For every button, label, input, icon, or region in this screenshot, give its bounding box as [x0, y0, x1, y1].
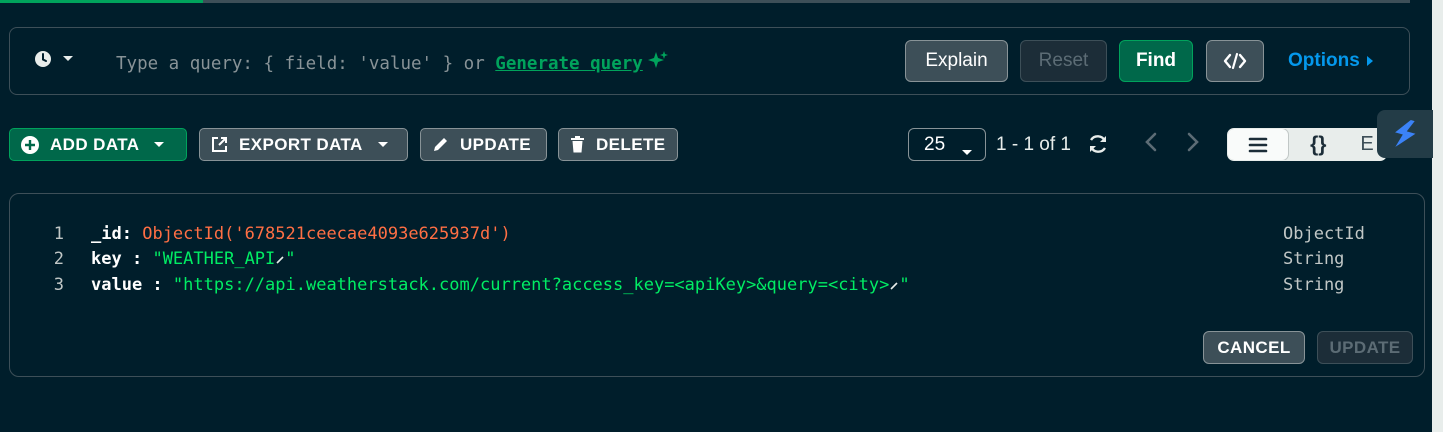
- sparkle-icon: [647, 50, 669, 77]
- next-page-button[interactable]: [1185, 130, 1201, 159]
- clock-icon: [35, 51, 51, 67]
- list-icon: [1248, 137, 1268, 152]
- chevron-down-icon: [377, 141, 388, 147]
- page-size-select[interactable]: 25: [908, 128, 986, 161]
- trash-icon: [571, 136, 584, 153]
- chevron-right-icon: [1187, 132, 1199, 152]
- document-card: 1 _id: ObjectId('678521ceecae4093e625937…: [9, 193, 1425, 377]
- field-value[interactable]: ObjectId('678521ceecae4093e625937d'): [142, 224, 510, 244]
- plus-circle-icon: [21, 135, 39, 154]
- explain-button[interactable]: Explain: [905, 40, 1008, 82]
- line-number: 2: [53, 249, 64, 269]
- page-size-value: 25: [924, 133, 946, 155]
- active-tab-indicator: [0, 0, 203, 3]
- tab-underline: [0, 0, 1410, 3]
- document-field-row[interactable]: 3 value : "https://api.weatherstack.com/…: [10, 275, 1424, 299]
- update-button[interactable]: UPDATE: [420, 128, 547, 161]
- field-type[interactable]: String: [1283, 275, 1344, 295]
- field-type[interactable]: ObjectId: [1283, 224, 1365, 244]
- options-toggle[interactable]: Options: [1288, 50, 1374, 72]
- query-history-button[interactable]: [34, 50, 74, 68]
- extension-icon[interactable]: [1377, 110, 1433, 158]
- options-label: Options: [1288, 50, 1360, 71]
- find-button[interactable]: Find: [1119, 40, 1193, 82]
- query-placeholder: Type a query: { field: 'value' } or: [116, 54, 496, 74]
- field-value-end: ": [899, 275, 910, 295]
- export-data-label: EXPORT DATA: [239, 134, 363, 154]
- field-type[interactable]: String: [1283, 249, 1344, 269]
- text-cursor-icon: [889, 275, 899, 295]
- line-number: 1: [53, 224, 64, 244]
- add-data-label: ADD DATA: [50, 134, 140, 154]
- query-bar: Type a query: { field: 'value' } or Gene…: [9, 27, 1410, 95]
- refresh-button[interactable]: [1086, 132, 1110, 161]
- delete-label: DELETE: [596, 134, 666, 154]
- update-label: UPDATE: [460, 134, 532, 154]
- chevron-down-icon: [154, 141, 165, 147]
- code-icon: [1223, 52, 1247, 70]
- document-field-row[interactable]: 1 _id: ObjectId('678521ceecae4093e625937…: [10, 224, 1424, 248]
- field-colon: :: [142, 275, 163, 295]
- export-icon: [212, 137, 227, 152]
- delete-button[interactable]: DELETE: [558, 128, 678, 161]
- generate-query-link[interactable]: Generate query: [495, 54, 643, 74]
- chevron-down-icon: [962, 150, 972, 155]
- field-value[interactable]: "https://api.weatherstack.com/current?ac…: [173, 275, 889, 295]
- document-field-row[interactable]: 2 key : "WEATHER_API " String: [10, 249, 1424, 273]
- field-value[interactable]: "WEATHER_API: [152, 249, 275, 269]
- list-view-button[interactable]: [1228, 129, 1289, 160]
- chevron-down-icon: [63, 56, 73, 61]
- export-to-language-button[interactable]: [1206, 40, 1264, 82]
- reset-button[interactable]: Reset: [1020, 40, 1107, 82]
- field-key[interactable]: value: [91, 275, 142, 295]
- field-key[interactable]: _id: [91, 224, 122, 244]
- chevron-left-icon: [1145, 132, 1157, 152]
- field-key[interactable]: key: [91, 249, 122, 269]
- export-data-button[interactable]: EXPORT DATA: [199, 128, 408, 161]
- view-toggle: {} E: [1227, 128, 1387, 161]
- pencil-icon: [434, 138, 447, 151]
- bolt-icon: [1395, 120, 1416, 147]
- previous-page-button[interactable]: [1143, 130, 1159, 159]
- add-data-button[interactable]: ADD DATA: [9, 128, 187, 161]
- cancel-button[interactable]: CANCEL: [1203, 331, 1305, 364]
- text-cursor-icon: [275, 249, 285, 269]
- field-value-end: ": [285, 249, 296, 269]
- caret-right-icon: [1366, 56, 1373, 66]
- field-colon: :: [121, 224, 132, 244]
- refresh-icon: [1089, 135, 1107, 153]
- window-edge: [1432, 0, 1443, 432]
- pagination-info: 1 - 1 of 1: [996, 134, 1071, 155]
- field-colon: :: [121, 249, 143, 269]
- query-input[interactable]: Type a query: { field: 'value' } or Gene…: [116, 50, 669, 77]
- json-view-button[interactable]: {}: [1288, 129, 1348, 160]
- update-document-button[interactable]: UPDATE: [1317, 331, 1413, 364]
- line-number: 3: [53, 275, 64, 295]
